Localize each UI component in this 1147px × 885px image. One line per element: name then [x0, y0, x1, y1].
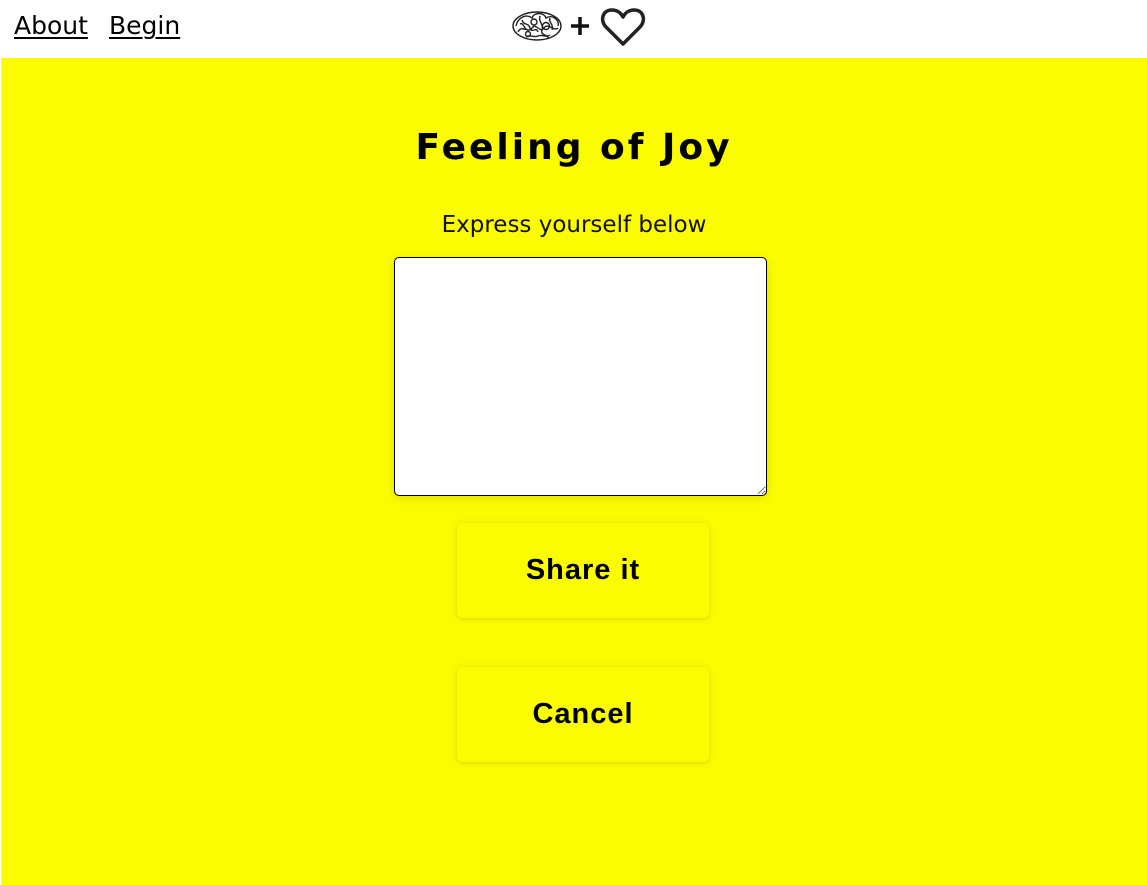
share-button[interactable]: Share it — [457, 523, 709, 618]
nav-link-begin[interactable]: Begin — [109, 9, 180, 43]
logo-brain-plus-heart — [508, 4, 650, 48]
heart-icon — [600, 8, 646, 46]
top-navbar: About Begin — [0, 0, 1147, 58]
main-content: Feeling of Joy Express yourself below Sh… — [1, 58, 1147, 885]
prompt-text: Express yourself below — [441, 212, 707, 238]
expression-textarea[interactable] — [394, 257, 767, 496]
brain-icon — [512, 11, 562, 41]
plus-icon — [571, 17, 589, 35]
nav-link-about[interactable]: About — [14, 9, 88, 43]
page-title: Feeling of Joy — [415, 127, 733, 168]
cancel-button[interactable]: Cancel — [457, 667, 709, 762]
